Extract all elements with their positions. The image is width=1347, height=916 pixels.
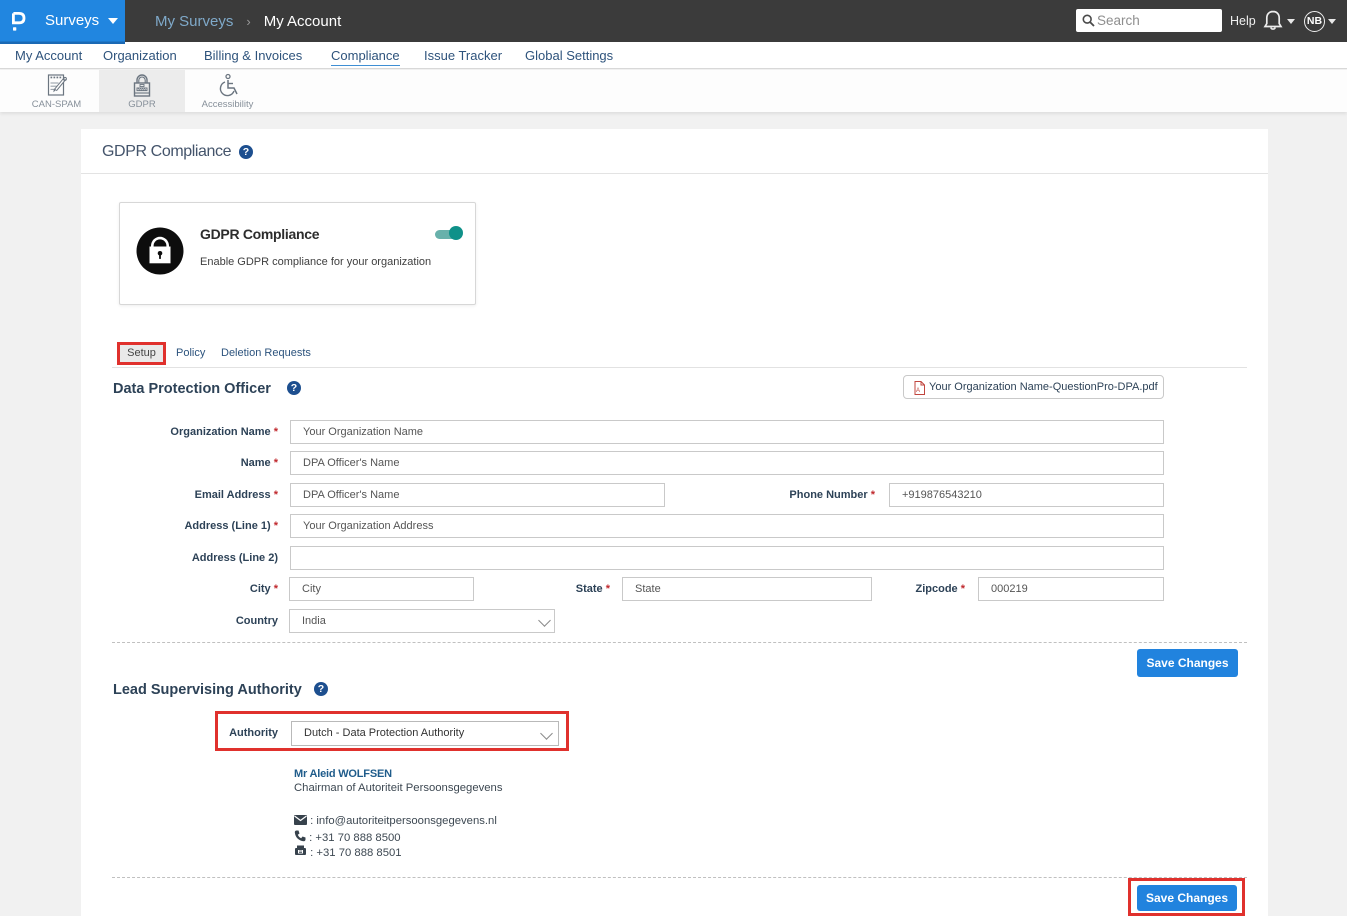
svg-text:A: A (916, 388, 920, 394)
